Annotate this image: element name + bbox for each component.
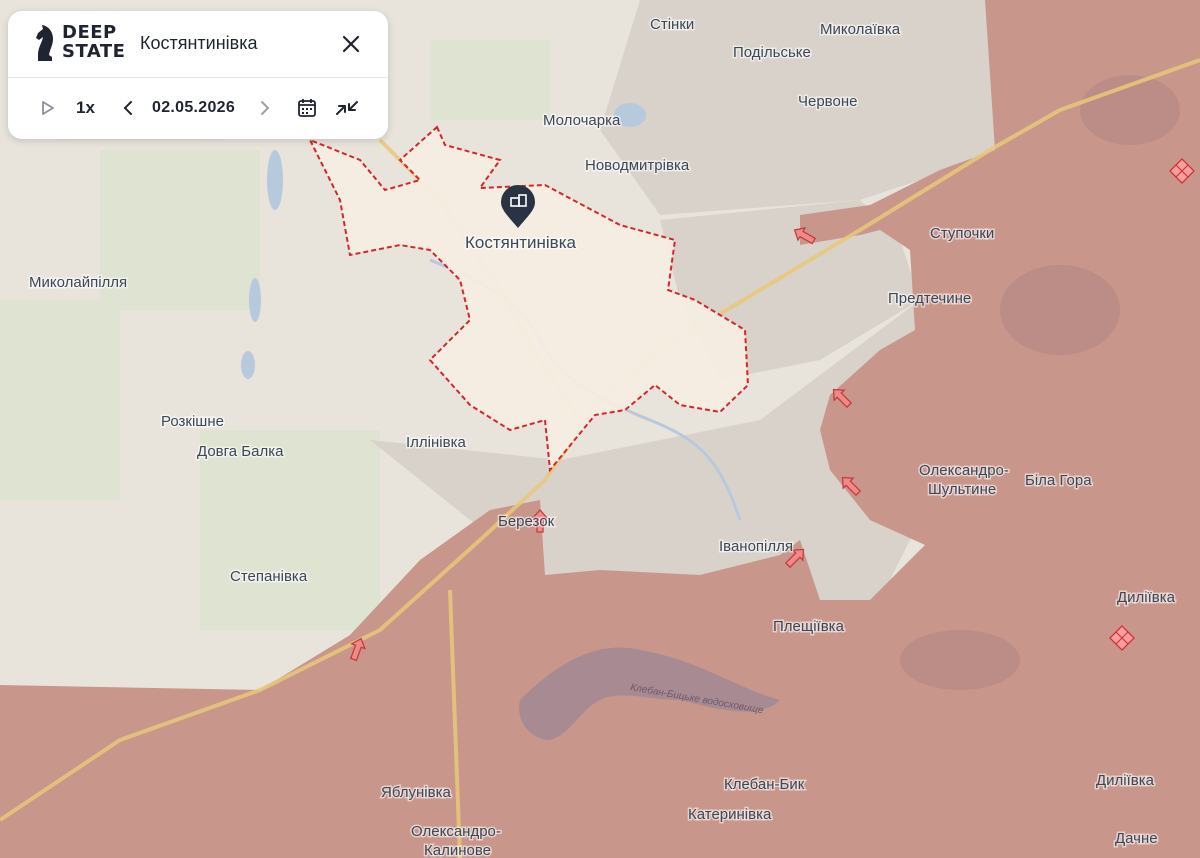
place-label: Степанівка bbox=[230, 568, 308, 585]
place-label: Миколайпілля bbox=[29, 274, 127, 291]
place-label: Катеринівка bbox=[688, 806, 772, 823]
date-display[interactable]: 02.05.2026 bbox=[152, 95, 235, 121]
place-label: Клебан-Бик bbox=[724, 776, 805, 793]
timeline-panel: DEEP STATE Костянтинівка 1x 02.05.2026 bbox=[8, 11, 388, 139]
place-label: Олександро- bbox=[919, 462, 1009, 479]
place-label: Предтечине bbox=[888, 290, 971, 307]
panel-header: DEEP STATE Костянтинівка bbox=[8, 11, 388, 78]
focus-city-label: Костянтинівка bbox=[465, 233, 577, 252]
place-label: Яблунівка bbox=[381, 784, 451, 801]
place-label: Стінки bbox=[650, 16, 694, 33]
logo-text: DEEP STATE bbox=[62, 23, 125, 61]
place-label: Іванопілля bbox=[719, 538, 793, 555]
place-label: Березок bbox=[498, 513, 555, 530]
collapse-arrows-icon[interactable] bbox=[334, 95, 360, 121]
place-label: Миколаївка bbox=[820, 21, 901, 38]
place-label: Плещіївка bbox=[773, 618, 845, 635]
place-label: Іллінівка bbox=[406, 434, 466, 451]
place-label: Дачне bbox=[1115, 830, 1158, 847]
speed-button[interactable]: 1x bbox=[76, 95, 95, 121]
place-label: Ступочки bbox=[930, 225, 994, 242]
chevron-right-icon[interactable] bbox=[255, 95, 275, 121]
place-label: Олександро- bbox=[411, 823, 501, 840]
place-label: Подільське bbox=[733, 44, 811, 61]
knight-logo-icon bbox=[36, 25, 53, 61]
place-label: Новодмитрівка bbox=[585, 157, 690, 174]
close-icon[interactable] bbox=[338, 31, 364, 57]
place-label: Диліївка bbox=[1117, 589, 1176, 606]
play-icon[interactable] bbox=[38, 95, 58, 121]
location-title: Костянтинівка bbox=[140, 33, 258, 53]
place-label: Диліївка bbox=[1096, 772, 1155, 789]
logo-line: DEEP bbox=[62, 22, 117, 43]
place-label: Розкішне bbox=[161, 413, 224, 430]
place-label: Довга Балка bbox=[197, 443, 284, 460]
chevron-left-icon[interactable] bbox=[118, 95, 138, 121]
place-label: Біла Гора bbox=[1025, 472, 1092, 489]
place-label: Шультине bbox=[928, 481, 996, 498]
place-label: Калинове bbox=[424, 842, 491, 858]
logo-line: STATE bbox=[62, 41, 126, 62]
place-label: Червоне bbox=[798, 93, 857, 110]
timeline-controls: 1x 02.05.2026 bbox=[8, 77, 388, 139]
place-label: Молочарка bbox=[543, 112, 621, 129]
calendar-icon[interactable] bbox=[295, 95, 319, 121]
